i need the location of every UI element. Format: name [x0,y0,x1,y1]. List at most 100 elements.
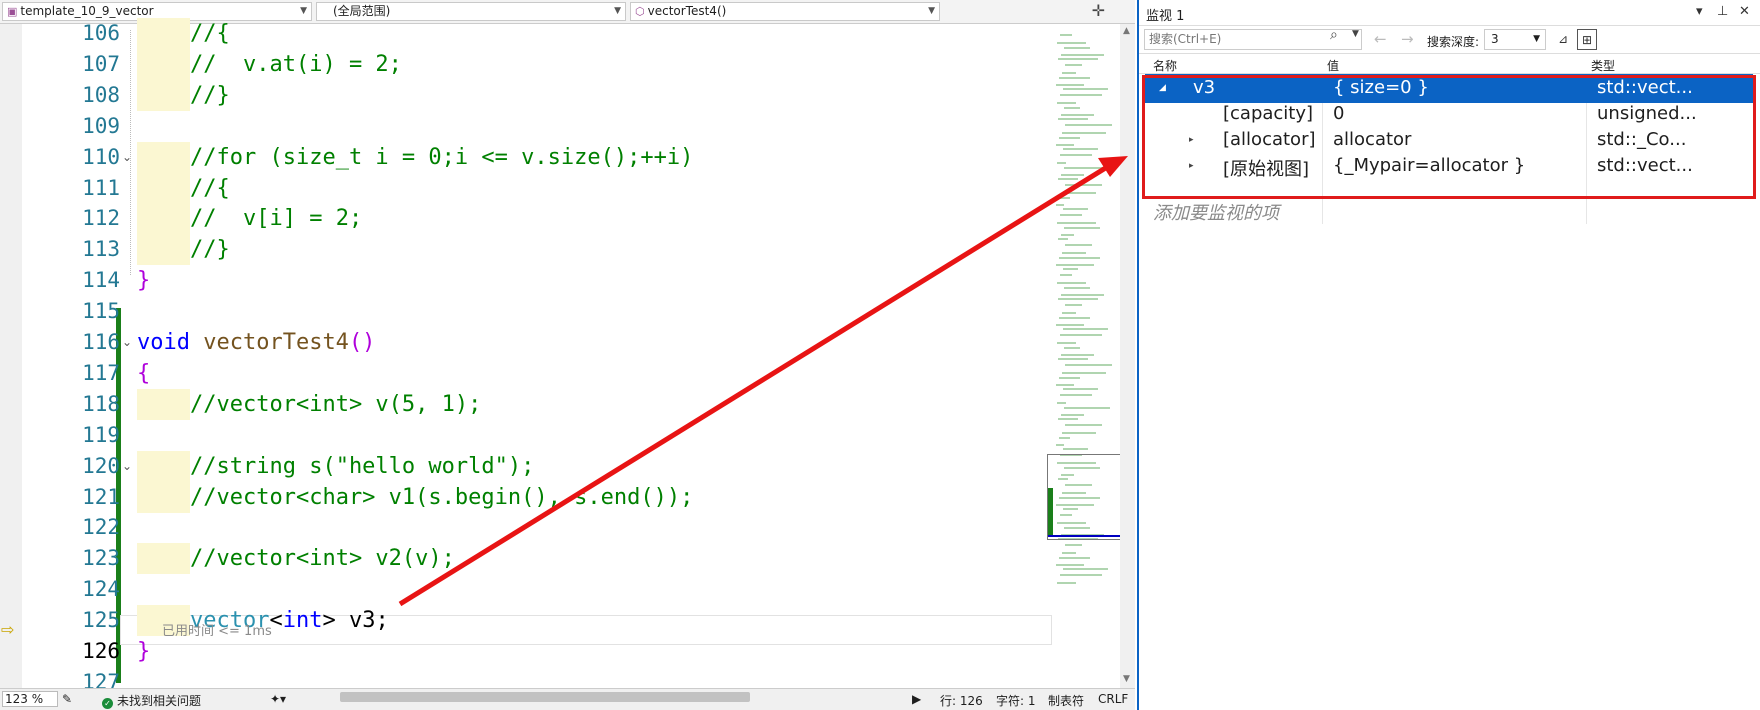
code-line[interactable]: // v[i] = 2; [190,203,362,234]
line-number: 122 [82,515,120,540]
minimap-line [1063,148,1098,150]
code-line[interactable]: //vector<int> v(5, 1); [190,389,481,420]
cleanup-icon[interactable]: ✦▾ [270,692,286,706]
minimap-line [1065,124,1112,126]
zoom-level[interactable]: 123 % [2,691,58,707]
chevron-down-icon: ▼ [1533,34,1540,44]
scroll-down-icon[interactable]: ▼ [1123,674,1130,684]
minimap-line [1059,137,1080,139]
line-number: 124 [82,577,120,602]
column-status[interactable]: 字符: 1 [996,692,1036,709]
code-line[interactable]: // v.at(i) = 2; [190,49,402,80]
minimap-line [1062,132,1106,134]
minimap-line [1064,287,1090,289]
minimap-line [1065,184,1102,186]
line-number: 116 [82,330,120,354]
project-icon: ▣ [7,5,18,18]
code-line[interactable]: { [137,358,150,389]
minimap-line [1060,94,1102,96]
vertical-scrollbar[interactable]: ▲ ▼ [1120,24,1135,690]
dropdown-icon[interactable]: ▾ [1696,4,1703,19]
minimap-line [1056,564,1084,566]
minimap-line [1059,377,1080,379]
code-line[interactable]: //string s("hello world"); [190,451,534,482]
line-number-status[interactable]: 行: 126 [940,692,983,709]
annotation-highlight-box [1142,75,1756,199]
code-line[interactable]: //vector<char> v1(s.begin(), s.end()); [190,482,693,513]
minimap[interactable] [1052,24,1120,690]
line-number: 123 [82,546,120,571]
line-number: 110 [82,144,120,169]
minimap-line [1062,252,1086,254]
minimap-line [1058,238,1068,240]
code-line[interactable]: } [137,636,150,667]
line-number: 115 [82,299,120,324]
fold-chevron-icon[interactable]: ⌄ [122,335,132,349]
code-line[interactable]: //{ [190,18,230,49]
scope-dropdown[interactable]: (全局范围) ▼ [316,2,626,21]
horizontal-scrollbar-thumb[interactable] [340,692,750,702]
column-header-value[interactable]: 值 [1327,57,1339,74]
minimap-line [1060,214,1082,216]
code-line[interactable]: //vector<int> v2(v); [190,543,455,574]
minimap-line [1056,264,1094,266]
scroll-up-icon[interactable]: ▲ [1123,26,1130,36]
split-window-icon[interactable]: ✛ [1092,1,1105,20]
close-icon[interactable]: ✕ [1739,4,1750,19]
line-number: 121 [82,484,120,509]
code-line[interactable]: //} [190,234,230,265]
watch-title-bar: 监视 1 ▾ ⊥ ✕ [1139,0,1760,26]
minimap-line [1059,77,1090,79]
chevron-down-icon: ▼ [614,6,621,16]
minimap-line [1063,208,1088,210]
fold-chevron-icon[interactable]: ⌄ [122,150,132,164]
line-number: 120 [82,453,120,478]
minimap-line [1059,197,1070,199]
issues-status[interactable]: ✓ 未找到相关问题 [102,692,201,709]
minimap-viewport[interactable] [1047,454,1121,540]
line-ending-status[interactable]: CRLF [1098,692,1128,706]
add-watch-item[interactable]: 添加要监视的项 [1153,199,1279,225]
indent-highlight [137,234,190,266]
minimap-line [1059,557,1090,559]
fold-chevron-icon[interactable]: ⌄ [122,459,132,473]
current-statement-arrow-icon: ⇨ [1,620,15,639]
minimap-line [1060,154,1092,156]
view-toggle-icon[interactable]: ⊞ [1577,29,1597,50]
pin-to-source-icon[interactable]: ⊿ [1553,29,1573,50]
minimap-line [1064,227,1100,229]
minimap-line [1062,192,1096,194]
search-forward-icon[interactable]: → [1401,30,1414,48]
minimap-line [1063,388,1098,390]
minimap-line [1056,444,1064,446]
glyph-margin[interactable] [0,24,22,690]
watch-toolbar: 搜索(Ctrl+E) ⌕ ▼ ← → 搜索深度: 3 ▼ ⊿ ⊞ [1139,26,1760,54]
minimap-line [1058,178,1078,180]
code-line[interactable]: //{ [190,173,230,204]
search-icon[interactable]: ⌕ [1330,27,1338,43]
brush-icon[interactable]: ✎ [62,692,72,706]
minimap-line [1059,317,1090,319]
line-number: 112 [82,206,120,231]
chevron-down-icon[interactable]: ▼ [1352,29,1359,39]
code-editor[interactable]: ▣ template_10_9_vector ▼ (全局范围) ▼ ⬡ vector… [0,0,1135,710]
indent-status[interactable]: 制表符 [1048,692,1084,709]
minimap-current-line [1048,535,1120,537]
minimap-line [1059,257,1100,259]
scroll-right-icon[interactable]: ▶ [912,692,921,706]
minimap-line [1064,167,1110,169]
code-line[interactable]: //for (size_t i = 0;i <= v.size();++i) [190,142,693,173]
column-header-type[interactable]: 类型 [1591,57,1615,74]
code-line[interactable]: } [137,265,150,296]
pin-icon[interactable]: ⊥ [1717,4,1728,19]
search-back-icon[interactable]: ← [1374,30,1387,48]
indent-highlight [137,388,190,420]
line-number: 106 [82,21,120,45]
minimap-line [1058,358,1088,360]
function-dropdown[interactable]: ⬡ vectorTest4() ▼ [630,2,940,21]
column-header-name[interactable]: 名称 [1153,57,1177,74]
code-line[interactable]: void vectorTest4() [137,327,375,358]
code-line[interactable]: //} [190,80,230,111]
minimap-line [1064,407,1110,409]
search-depth-dropdown[interactable]: 3 ▼ [1484,29,1546,50]
